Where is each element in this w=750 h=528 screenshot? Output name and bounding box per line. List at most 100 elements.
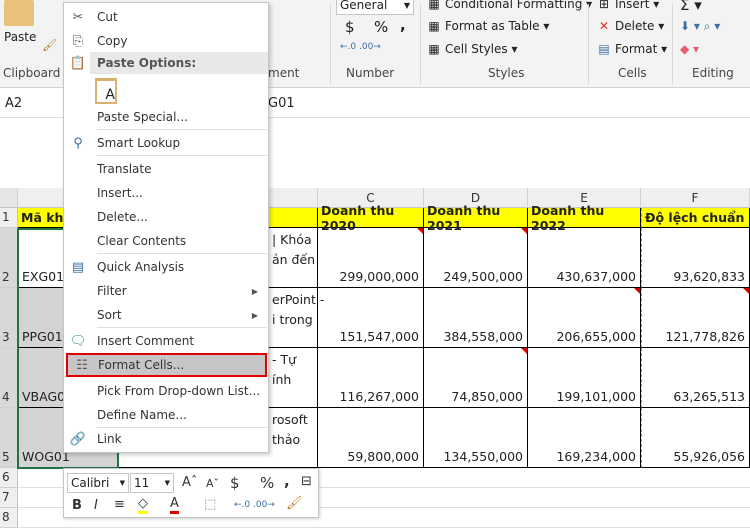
fill-icon[interactable]: ⬇ ▾ ⌕ ▾ bbox=[680, 19, 720, 34]
decrease-font-icon[interactable]: Aˇ bbox=[206, 477, 219, 490]
delete-label: Delete... bbox=[97, 210, 148, 224]
row-header-7[interactable]: 7 bbox=[0, 488, 18, 508]
menu-item-format-cells[interactable]: ☷ Format Cells... bbox=[66, 353, 267, 377]
row-header-2[interactable]: 2 bbox=[0, 228, 18, 288]
value-c: 299,000,000 bbox=[339, 269, 419, 284]
font-size-select[interactable]: 11 ▼ bbox=[130, 473, 174, 493]
value-d: 74,850,000 bbox=[451, 389, 523, 404]
delete-cells-button[interactable]: ✕ Delete ▾ bbox=[596, 19, 664, 33]
cell-f2[interactable]: 93,620,833 bbox=[641, 228, 750, 288]
menu-item-filter[interactable]: Filter ▶ bbox=[64, 279, 268, 303]
currency-button[interactable]: $ bbox=[230, 474, 240, 492]
currency-button[interactable]: $ bbox=[345, 18, 355, 36]
select-all-corner[interactable] bbox=[0, 188, 18, 208]
menu-item-insert[interactable]: Insert... bbox=[64, 181, 268, 205]
cell-styles-button[interactable]: ▦ Cell Styles ▾ bbox=[426, 42, 517, 56]
increase-font-icon[interactable]: Aˆ bbox=[182, 475, 197, 490]
cell-c2[interactable]: 299,000,000 bbox=[318, 228, 424, 288]
percent-button[interactable]: % bbox=[260, 474, 274, 492]
bold-button[interactable]: B bbox=[72, 498, 82, 513]
menu-item-clear-contents[interactable]: Clear Contents bbox=[64, 229, 268, 253]
cell-d5[interactable]: 134,550,000 bbox=[424, 408, 528, 468]
percent-button[interactable]: % bbox=[374, 18, 388, 36]
menu-item-link[interactable]: 🔗 Link bbox=[64, 427, 268, 451]
format-cells-ribbon-button[interactable]: ▤ Format ▾ bbox=[596, 42, 667, 56]
row-header-5[interactable]: 5 bbox=[0, 408, 18, 468]
menu-item-cut[interactable]: ✂ Cut bbox=[64, 5, 268, 29]
menu-item-paste-special[interactable]: Paste Special... bbox=[64, 105, 268, 129]
menu-item-delete[interactable]: Delete... bbox=[64, 205, 268, 229]
menu-item-copy[interactable]: ⎘ Copy bbox=[64, 29, 268, 53]
cell-e3[interactable]: 206,655,000 bbox=[528, 288, 641, 348]
paste-options-label: Paste Options: bbox=[97, 56, 197, 70]
fill-color-icon[interactable]: ◇ bbox=[138, 496, 148, 514]
format-as-table-button[interactable]: ▦ Format as Table ▾ bbox=[426, 19, 549, 33]
autosum-icon[interactable]: Σ ▾ bbox=[680, 0, 702, 14]
number-format-select[interactable]: General ▼ bbox=[336, 0, 414, 15]
number-group-label: Number bbox=[346, 66, 395, 80]
menu-item-sort[interactable]: Sort ▶ bbox=[64, 303, 268, 327]
cell-f5[interactable]: 55,926,056 bbox=[641, 408, 750, 468]
value-d: 249,500,000 bbox=[443, 269, 523, 284]
menu-item-smart-lookup[interactable]: ⚲ Smart Lookup bbox=[64, 131, 268, 155]
center-align-icon[interactable]: ≡ bbox=[114, 497, 125, 512]
cell-c4[interactable]: 116,267,000 bbox=[318, 348, 424, 408]
paste-options-header: 📋 Paste Options: bbox=[64, 52, 268, 74]
cell-f3[interactable]: 121,778,826 bbox=[641, 288, 750, 348]
cell-e5[interactable]: 169,234,000 bbox=[528, 408, 641, 468]
value-f: 121,778,826 bbox=[665, 329, 745, 344]
decimal-icons[interactable]: ←.0 .00→ bbox=[234, 500, 275, 510]
cells-group-label: Cells bbox=[618, 66, 647, 80]
row-header-4[interactable]: 4 bbox=[0, 348, 18, 408]
format-painter-icon[interactable]: 🖌 bbox=[286, 496, 303, 511]
column-header-f[interactable]: F bbox=[641, 188, 750, 208]
merge-icon[interactable]: ⊟ bbox=[301, 474, 312, 489]
cell-e1[interactable]: Doanh thu 2022 bbox=[528, 203, 641, 233]
menu-item-translate[interactable]: Translate bbox=[64, 157, 268, 181]
row-header-3[interactable]: 3 bbox=[0, 288, 18, 348]
font-name-select[interactable]: Calibri ▼ bbox=[67, 473, 129, 493]
name-box[interactable]: A2 bbox=[5, 96, 22, 111]
menu-item-insert-comment[interactable]: 🗨 Insert Comment bbox=[64, 329, 268, 353]
italic-button[interactable]: I bbox=[94, 498, 98, 513]
cell-e2[interactable]: 430,637,000 bbox=[528, 228, 641, 288]
font-color-icon[interactable]: A bbox=[170, 496, 179, 514]
increase-decimal-icon[interactable]: ←.0 .00→ bbox=[340, 42, 381, 52]
cell-f4[interactable]: 63,265,513 bbox=[641, 348, 750, 408]
cell-d4[interactable]: 74,850,000 bbox=[424, 348, 528, 408]
clear-icon[interactable]: ◆ ▾ bbox=[680, 42, 699, 56]
conditional-formatting-button[interactable]: ▦ Conditional Formatting ▾ bbox=[426, 0, 592, 11]
pick-from-list-label: Pick From Drop-down List... bbox=[97, 384, 261, 398]
paste-keep-text-icon[interactable]: A bbox=[95, 78, 117, 104]
cell-c1[interactable]: Doanh thu 2020 bbox=[318, 203, 424, 233]
alignment-group-label: ment bbox=[268, 66, 300, 80]
cell-d2[interactable]: 249,500,000 bbox=[424, 228, 528, 288]
cell-d3[interactable]: 384,558,000 bbox=[424, 288, 528, 348]
define-name-label: Define Name... bbox=[97, 408, 187, 422]
cell-f1[interactable]: Độ lệch chuẩn bbox=[641, 208, 750, 228]
menu-item-pick-from-list[interactable]: Pick From Drop-down List... bbox=[64, 379, 268, 403]
format-label: Format bbox=[615, 42, 658, 56]
comment-indicator-icon bbox=[417, 228, 423, 234]
row-header-6[interactable]: 6 bbox=[0, 468, 18, 488]
cell-c3[interactable]: 151,547,000 bbox=[318, 288, 424, 348]
format-painter-icon[interactable]: 🖌 bbox=[42, 38, 57, 52]
insert-cells-button[interactable]: ⊞ Insert ▾ bbox=[596, 0, 659, 11]
comma-button[interactable]: , bbox=[284, 472, 290, 490]
menu-item-quick-analysis[interactable]: ▤ Quick Analysis bbox=[64, 255, 268, 279]
menu-item-define-name[interactable]: Define Name... bbox=[64, 403, 268, 427]
formula-input[interactable]: G01 bbox=[268, 96, 295, 111]
styles-group-label: Styles bbox=[488, 66, 525, 80]
paste-icon[interactable] bbox=[4, 0, 34, 26]
comma-button[interactable]: , bbox=[400, 16, 406, 34]
cell-styles-label: Cell Styles bbox=[445, 42, 508, 56]
cell-d1[interactable]: Doanh thu 2021 bbox=[424, 203, 528, 233]
row-header-8[interactable]: 8 bbox=[0, 508, 18, 528]
context-menu: ✂ Cut ⎘ Copy 📋 Paste Options: A Paste Speci… bbox=[63, 2, 269, 453]
submenu-arrow-icon: ▶ bbox=[251, 310, 258, 320]
paste-button[interactable]: Paste bbox=[4, 30, 36, 44]
row-header-1[interactable]: 1 bbox=[0, 208, 18, 228]
borders-icon[interactable]: ⬚ bbox=[204, 497, 216, 512]
cell-e4[interactable]: 199,101,000 bbox=[528, 348, 641, 408]
cell-c5[interactable]: 59,800,000 bbox=[318, 408, 424, 468]
